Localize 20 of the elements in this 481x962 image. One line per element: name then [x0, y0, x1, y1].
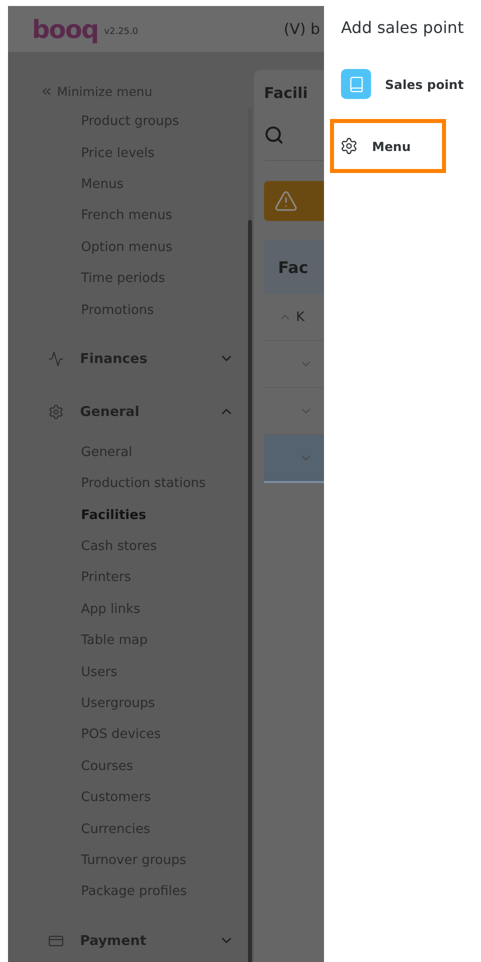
section-icon — [48, 350, 64, 367]
sidebar-item[interactable]: Facilities — [8, 500, 248, 531]
list-row[interactable] — [264, 435, 324, 483]
section-icon — [48, 404, 64, 420]
sidebar-section[interactable]: Payment — [8, 920, 248, 961]
logo: booq — [32, 14, 98, 44]
search-icon[interactable] — [264, 125, 284, 145]
page-title: (V) b — [284, 20, 320, 38]
version-label: v2.25.0 — [104, 27, 138, 37]
row-label: K — [296, 310, 305, 324]
sidebar-section[interactable]: General — [8, 392, 248, 432]
settings-icon — [340, 137, 358, 155]
book-icon — [341, 69, 371, 99]
card-title: Facili — [264, 84, 309, 102]
drawer-option[interactable]: Menu — [330, 119, 446, 173]
sidebar-section[interactable]: Finances — [8, 338, 248, 379]
drawer-option[interactable]: Sales point — [330, 57, 481, 111]
panel-header: Fac — [264, 240, 324, 294]
warning-icon — [274, 189, 298, 213]
drawer-title: Add sales point — [341, 18, 465, 37]
